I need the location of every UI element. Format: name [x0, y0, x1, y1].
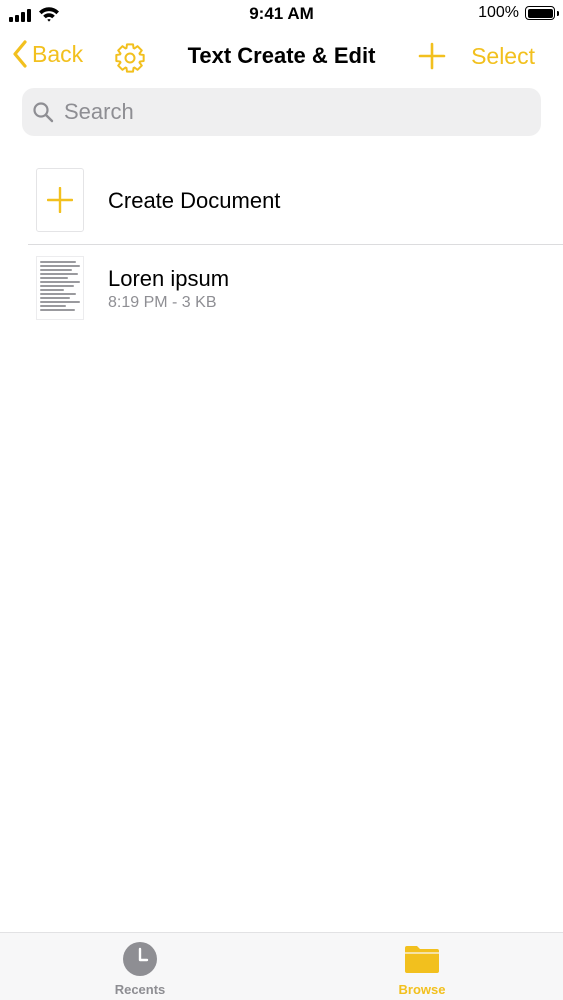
list-item[interactable]: Loren ipsum 8:19 PM - 3 KB	[0, 244, 563, 328]
battery-fill	[527, 8, 553, 18]
settings-button[interactable]	[114, 42, 146, 74]
status-bar: 9:41 AM 100%	[0, 0, 563, 30]
tab-browse[interactable]: Browse	[362, 941, 482, 997]
search-icon	[33, 102, 54, 123]
tab-bar: Recents Browse	[0, 932, 563, 1000]
plus-icon	[47, 187, 73, 213]
chevron-left-icon	[13, 40, 27, 68]
battery-percentage: 100%	[478, 4, 519, 21]
clock-icon	[123, 942, 157, 976]
plus-icon	[418, 42, 446, 70]
create-document-label: Create Document	[108, 188, 281, 213]
create-document-row[interactable]: Create Document	[0, 160, 563, 245]
status-right: 100%	[478, 4, 559, 22]
gear-icon	[115, 43, 145, 73]
back-label: Back	[32, 40, 84, 67]
gear-outline	[115, 43, 145, 73]
tab-browse-label: Browse	[398, 982, 446, 997]
app-screen: 9:41 AM 100% Back Text Create & Edit Sel…	[0, 0, 563, 1000]
create-document-tile[interactable]	[36, 168, 84, 232]
back-button[interactable]: Back	[12, 40, 83, 68]
document-list: Create Document Loren ipsum 8:19 PM - 3 …	[0, 160, 563, 328]
add-button[interactable]	[418, 42, 446, 70]
select-button[interactable]: Select	[471, 43, 535, 70]
battery-nub	[556, 10, 559, 16]
battery-icon	[525, 6, 559, 20]
navigation-bar: Back Text Create & Edit Select	[0, 36, 563, 80]
search-input[interactable]	[62, 98, 526, 126]
document-meta: 8:19 PM - 3 KB	[108, 294, 217, 311]
search-bar[interactable]	[22, 88, 541, 136]
tab-recents[interactable]: Recents	[80, 941, 200, 997]
document-title: Loren ipsum	[108, 266, 230, 291]
tab-recents-label: Recents	[114, 982, 166, 997]
folder-icon	[405, 946, 439, 973]
document-thumbnail	[36, 256, 84, 320]
page-title: Text Create & Edit	[187, 43, 376, 68]
